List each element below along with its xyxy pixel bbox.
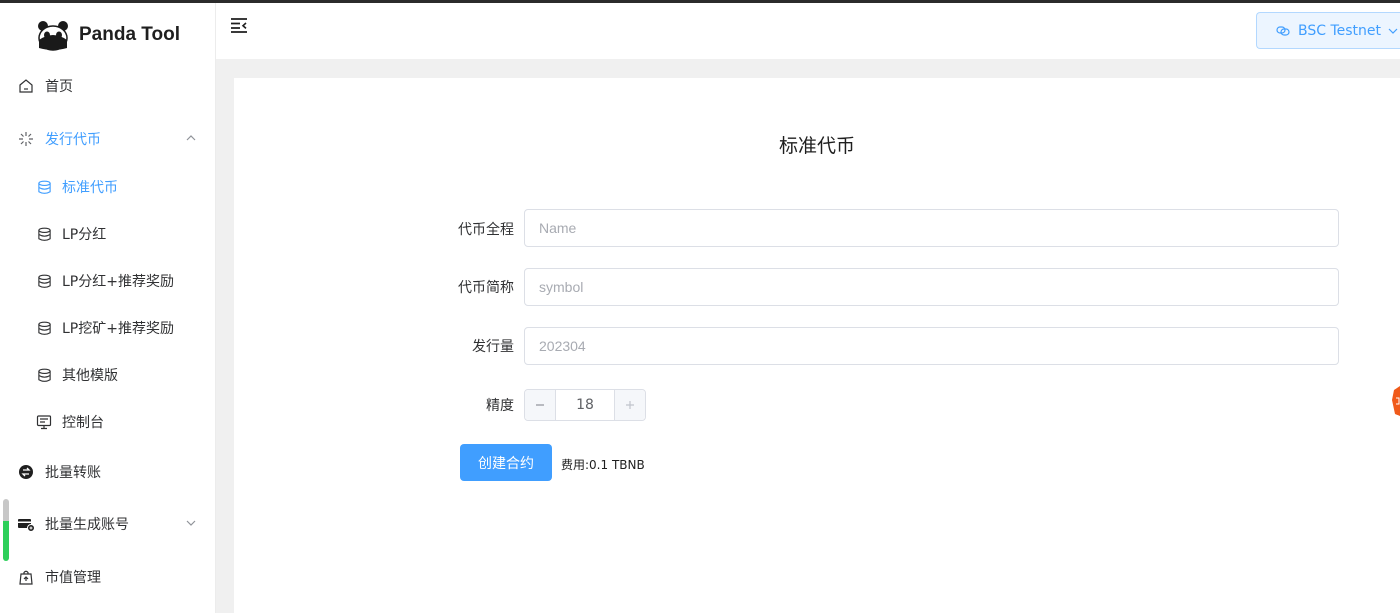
- sidebar-item-label: 批量生成账号: [45, 517, 129, 533]
- increment-button[interactable]: [614, 390, 645, 420]
- card-add-icon: [17, 515, 35, 533]
- token-name-input[interactable]: [524, 209, 1339, 247]
- network-selector-button[interactable]: BSC Testnet: [1256, 12, 1400, 49]
- database-icon: [36, 273, 52, 289]
- sidebar: Panda Tool 首页 发行代币 标准代币 LP分红 LP分红+推荐奖励 L…: [0, 3, 216, 613]
- token-symbol-input[interactable]: [524, 268, 1339, 306]
- decimals-label: 精度: [486, 398, 514, 414]
- sidebar-item-label: LP分红: [62, 227, 107, 243]
- database-icon: [36, 179, 52, 195]
- top-header: BSC Testnet: [216, 3, 1400, 59]
- chevron-down-icon: [186, 520, 196, 526]
- database-icon: [36, 367, 52, 383]
- sparkle-icon: [17, 130, 35, 148]
- token-supply-input[interactable]: [524, 327, 1339, 365]
- sidebar-item-console[interactable]: 控制台: [0, 402, 216, 442]
- sidebar-item-batch-accounts[interactable]: 批量生成账号: [0, 504, 216, 544]
- network-label: BSC Testnet: [1298, 22, 1382, 39]
- plus-icon: [626, 401, 634, 409]
- minus-icon: [536, 404, 544, 406]
- sidebar-item-label: LP分红+推荐奖励: [62, 274, 174, 290]
- sidebar-item-label: 市值管理: [45, 570, 101, 586]
- sidebar-item-label: 批量转账: [45, 465, 101, 481]
- fee-text: 费用:0.1 TBNB: [561, 458, 645, 472]
- bag-icon: [17, 568, 35, 586]
- sidebar-scrollbar[interactable]: [3, 499, 9, 561]
- sidebar-item-batch-transfer[interactable]: 批量转账: [0, 452, 216, 492]
- panda-logo-icon: [38, 21, 68, 51]
- sidebar-item-lp-dividend[interactable]: LP分红: [0, 214, 216, 254]
- sidebar-item-label: 其他模版: [62, 368, 118, 384]
- sidebar-item-issue-token[interactable]: 发行代币: [0, 119, 216, 159]
- chevron-up-icon: [186, 135, 196, 141]
- decimals-stepper: 18: [524, 389, 646, 421]
- floating-widget-icon[interactable]: [1392, 386, 1400, 416]
- link-icon: [1276, 25, 1290, 36]
- menu-collapse-icon[interactable]: [230, 17, 248, 33]
- home-icon: [17, 77, 35, 95]
- app-logo[interactable]: Panda Tool: [36, 17, 180, 53]
- symbol-label: 代币简称: [458, 280, 514, 296]
- sidebar-item-lp-mining-referral[interactable]: LP挖矿+推荐奖励: [0, 308, 216, 348]
- supply-label: 发行量: [472, 339, 514, 355]
- sidebar-item-label: 标准代币: [62, 180, 118, 196]
- page-title: 标准代币: [778, 135, 855, 157]
- sidebar-item-label: 发行代币: [45, 132, 101, 148]
- sidebar-item-standard-token[interactable]: 标准代币: [0, 167, 216, 207]
- decimals-value[interactable]: 18: [556, 390, 614, 420]
- sidebar-item-market-cap[interactable]: 市值管理: [0, 557, 216, 597]
- database-icon: [36, 320, 52, 336]
- chevron-down-icon: [1388, 28, 1398, 34]
- decrement-button[interactable]: [525, 390, 556, 420]
- sidebar-item-other-templates[interactable]: 其他模版: [0, 355, 216, 395]
- app-name: Panda Tool: [79, 24, 180, 45]
- sidebar-item-label: 首页: [45, 79, 73, 95]
- monitor-icon: [36, 414, 52, 430]
- transfer-icon: [17, 463, 35, 481]
- name-label: 代币全程: [458, 222, 514, 238]
- sidebar-item-label: 控制台: [62, 415, 104, 431]
- database-icon: [36, 226, 52, 242]
- sidebar-item-home[interactable]: 首页: [0, 66, 216, 106]
- sidebar-item-lp-dividend-referral[interactable]: LP分红+推荐奖励: [0, 261, 216, 301]
- sidebar-item-label: LP挖矿+推荐奖励: [62, 321, 174, 337]
- create-contract-button[interactable]: 创建合约: [460, 444, 552, 481]
